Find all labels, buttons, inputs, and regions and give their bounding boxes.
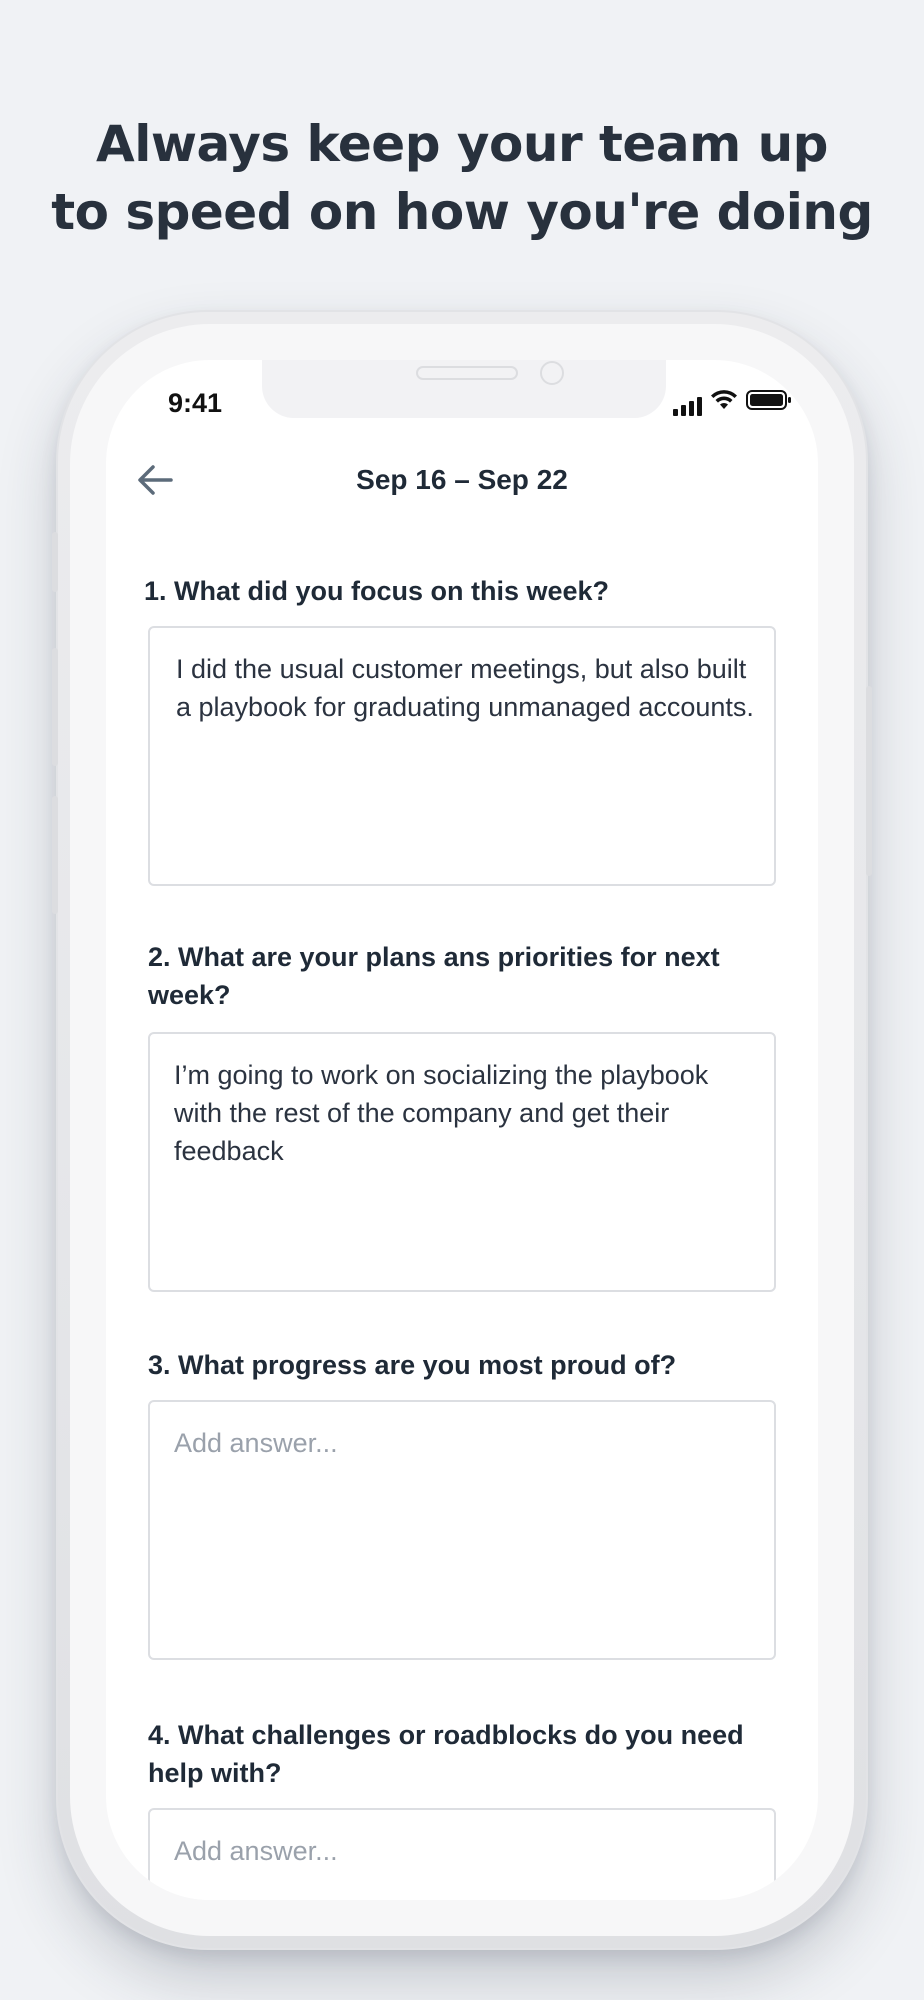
notch [262, 360, 666, 418]
front-camera [540, 361, 564, 385]
phone-side-button-silent [52, 532, 58, 592]
speaker-grille [416, 366, 518, 380]
phone-side-button-volume-down [52, 796, 58, 914]
question-1-answer-field[interactable]: I did the usual customer meetings, but a… [148, 626, 776, 886]
headline-line-1: Always keep your team up [96, 115, 828, 173]
phone-side-button-volume-up [52, 648, 58, 766]
question-1-label: 1. What did you focus on this week? [144, 576, 610, 606]
battery-icon [746, 389, 792, 416]
page-title: Sep 16 – Sep 22 [356, 464, 568, 495]
question-4-answer-field[interactable]: Add answer... [148, 1808, 776, 1900]
signal-icon [673, 396, 702, 416]
status-time: 9:41 [168, 388, 223, 418]
question-4-label: 4. What challenges or roadblocks do you … [148, 1720, 744, 1788]
question-2-answer-field[interactable]: I’m going to work on socializing the pla… [148, 1032, 776, 1292]
question-3-answer-field[interactable]: Add answer... [148, 1400, 776, 1660]
question-2-label: 2. What are your plans ans priorities fo… [148, 942, 720, 1010]
marketing-headline: Always keep your team up to speed on how… [0, 110, 924, 246]
headline-line-2: to speed on how you're doing [51, 183, 873, 241]
status-icons [673, 390, 792, 416]
phone-screen: 9:41 Sep 16 – Sep 22 1. What did you foc… [106, 360, 818, 1900]
phone-side-button-power [866, 686, 872, 876]
question-3-label: 3. What progress are you most proud of? [148, 1350, 677, 1380]
wifi-icon [710, 389, 738, 416]
